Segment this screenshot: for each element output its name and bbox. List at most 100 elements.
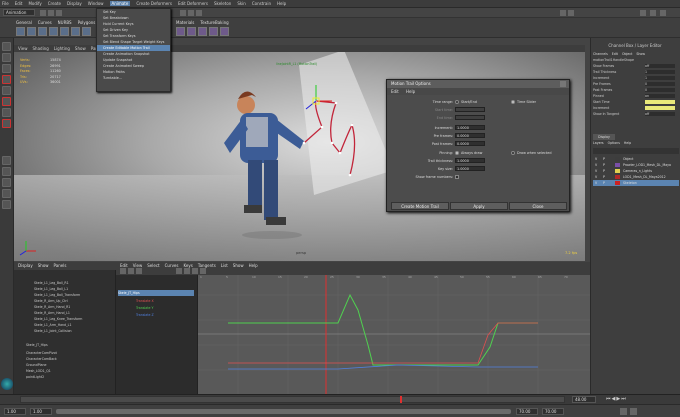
menu-file[interactable]: File [2,1,9,6]
dialog-close-icon[interactable] [560,81,566,87]
cb-attr-show-frames[interactable]: Show Frames off [593,64,679,69]
show-frame-numbers-checkbox[interactable] [455,175,459,179]
cb-attr-trail-thickness[interactable]: Trail Thickness 1 [593,70,679,75]
animation-prefs-icon[interactable] [630,408,637,415]
cb-attr-start-time[interactable]: Start Time [593,100,679,105]
viewport-menu-shading[interactable]: Shading [33,46,49,51]
layer-tab-display[interactable]: Display [593,134,615,140]
graph-tangent-step-icon[interactable] [200,268,206,274]
graph-menu-select[interactable]: Select [147,263,159,268]
cb-menu-show[interactable]: Show [636,52,645,56]
toggle-channel-box-icon[interactable] [650,10,656,16]
radio-always-draw[interactable] [455,151,459,155]
graph-tangent-flat-icon[interactable] [192,268,198,274]
layout-single-icon[interactable] [2,156,11,165]
outliner-menu-panels[interactable]: Panels [54,262,67,270]
menu-help[interactable]: Help [277,1,286,6]
menu-constrain[interactable]: Constrain [252,1,271,6]
trail-thickness-field[interactable]: 1.0000 [455,158,485,163]
start-time-field[interactable]: 1.00 [4,408,26,415]
layout-two-icon[interactable] [2,178,11,187]
manipulator-tool-icon[interactable] [2,108,11,117]
menu-create[interactable]: Create [48,1,61,6]
layer-menu-layers[interactable]: Layers [593,141,604,145]
outliner-item[interactable]: Skele_L1_Joint_Collision [34,328,72,334]
current-frame-field[interactable]: 48.00 [572,396,596,403]
graph-list-item[interactable]: Skele_JT_Hips [118,290,194,296]
menu-animate[interactable]: Animate [109,1,131,6]
graph-tangent-linear-icon[interactable] [184,268,190,274]
menu-skin[interactable]: Skin [237,1,246,6]
pre-frames-field[interactable]: 0.0000 [455,133,485,138]
menu-window[interactable]: Window [88,1,104,6]
post-frames-field[interactable]: 0.0000 [455,141,485,146]
paint-select-tool-icon[interactable] [2,64,11,73]
scale-tool-icon[interactable] [2,97,11,106]
cb-menu-channels[interactable]: Channels [593,52,608,56]
time-slider-playhead[interactable] [400,396,402,403]
graph-tool-move-keys-icon[interactable] [120,268,126,274]
toggle-attribute-editor-icon[interactable] [640,10,646,16]
graph-tool-lattice-icon[interactable] [136,268,142,274]
shelf-tool-3-icon[interactable] [38,27,47,36]
shelf-tab-general[interactable]: General [16,20,32,25]
viewport-menu-lighting[interactable]: Lighting [54,46,70,51]
cb-menu-edit[interactable]: Edit [612,52,618,56]
layer-menu-options[interactable]: Options [608,141,620,145]
new-scene-icon[interactable] [40,10,46,16]
range-end-field[interactable]: 70.00 [516,408,538,415]
graph-list-item[interactable]: Translate X [136,298,154,304]
layer-row-skeleton[interactable]: V P Skeleton [593,180,679,186]
create-motion-trail-button[interactable]: Create Motion Trail [391,202,449,210]
dialog-menu-help[interactable]: Help [406,89,415,94]
open-scene-icon[interactable] [48,10,54,16]
end-time-field[interactable] [455,115,485,120]
time-slider-track[interactable] [20,396,565,403]
graph-editor-canvas[interactable]: 1 5 10 15 20 25 30 35 40 45 50 55 60 65 … [198,275,590,394]
graph-list-item[interactable]: Translate Z [136,312,154,318]
dialog-menu-edit[interactable]: Edit [391,89,399,94]
shelf-tool-2-icon[interactable] [27,27,36,36]
menu-edit-deformers[interactable]: Edit Deformers [178,1,208,6]
close-button[interactable]: Close [509,202,567,210]
cb-attr-post-frames[interactable]: Post Frames 0 [593,88,679,93]
outliner-item[interactable]: pointLight2 [26,374,44,380]
auto-key-icon[interactable] [620,408,627,415]
shelf-material-2-icon[interactable] [187,27,196,36]
select-mode-icon[interactable] [180,10,186,16]
range-slider-bar[interactable] [56,409,511,414]
range-slider[interactable]: 1.00 1.00 70.00 70.00 [0,404,680,417]
shelf-material-4-icon[interactable] [209,27,218,36]
increment-field[interactable]: 1.0000 [455,125,485,130]
menu-item-turntable[interactable]: Turntable... [97,75,170,81]
layout-persp-graph-icon[interactable] [2,189,11,198]
menu-modify[interactable]: Modify [28,1,41,6]
lasso-tool-icon[interactable] [2,53,11,62]
shelf-tool-7-icon[interactable] [82,27,91,36]
graph-menu-show[interactable]: Show [233,263,244,268]
shelf-material-5-icon[interactable] [220,27,229,36]
curve-translate-y[interactable] [228,293,538,366]
playback-controls[interactable]: ⏮◀▶⏭ [606,397,627,402]
viewport-menu-view[interactable]: View [18,46,28,51]
last-tool-icon[interactable] [2,119,11,128]
shelf-material-3-icon[interactable] [198,27,207,36]
toggle-tool-settings-icon[interactable] [660,10,666,16]
select-tool-icon[interactable] [2,42,11,51]
outliner-menu-display[interactable]: Display [18,262,33,270]
range-start-field[interactable]: 1.00 [30,408,52,415]
menu-create-deformers[interactable]: Create Deformers [136,1,172,6]
save-scene-icon[interactable] [56,10,62,16]
radio-start-end[interactable] [455,100,459,104]
shelf-tab-polygons[interactable]: Polygons [78,20,96,25]
layout-four-icon[interactable] [2,167,11,176]
graph-tool-insert-keys-icon[interactable] [128,268,134,274]
menu-skeleton[interactable]: Skeleton [214,1,231,6]
graph-tangent-spline-icon[interactable] [176,268,182,274]
layer-menu-help[interactable]: Help [624,141,631,145]
radio-time-slider[interactable] [511,100,515,104]
cb-attr-pinned[interactable]: Pinned on [593,94,679,99]
shelf-tool-6-icon[interactable] [71,27,80,36]
rotate-tool-icon[interactable] [2,86,11,95]
ipr-render-icon[interactable] [568,10,574,16]
